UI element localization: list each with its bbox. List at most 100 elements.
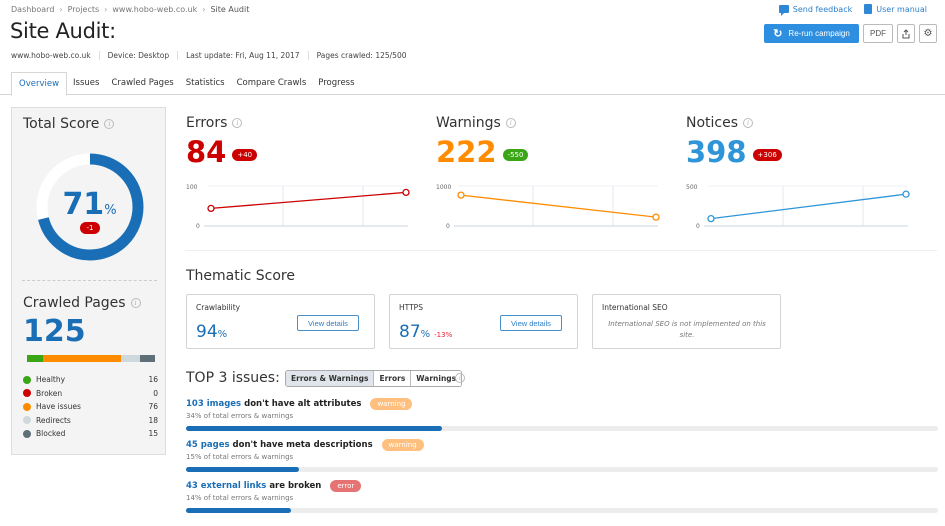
issue-title: 43 external links are broken error — [186, 480, 938, 492]
filter-errors[interactable]: Errors — [373, 371, 411, 386]
breadcrumb-projects[interactable]: Projects — [68, 5, 100, 14]
tab-issues[interactable]: Issues — [67, 72, 105, 95]
status-dot-icon — [23, 402, 31, 411]
pdf-button[interactable]: PDF — [863, 24, 893, 43]
trend-line — [710, 193, 907, 220]
user-manual-link[interactable]: User manual — [864, 4, 927, 14]
legend-row-redirects[interactable]: Redirects 18 — [23, 414, 158, 428]
feedback-icon — [778, 5, 789, 16]
international-seo-card: International SEO International SEO is n… — [592, 294, 781, 349]
international-seo-note: International SEO is not implemented on … — [608, 320, 766, 339]
breadcrumb-domain[interactable]: www.hobo-web.co.uk — [112, 5, 197, 14]
tab-overview[interactable]: Overview — [11, 72, 68, 96]
errors-value[interactable]: 84 +40 — [186, 135, 258, 169]
refresh-icon: ↻ — [773, 28, 783, 40]
errors-block: Errors i 84 +40 100 0 — [186, 115, 411, 240]
y-tick-max: 100 — [186, 184, 198, 191]
status-dot-icon — [23, 389, 31, 398]
notices-title: Notices i — [686, 115, 911, 131]
notices-value[interactable]: 398 +306 — [686, 135, 782, 169]
info-icon[interactable]: i — [130, 298, 141, 308]
legend-row-blocked[interactable]: Blocked 15 — [23, 427, 158, 441]
breadcrumb-separator-icon: › — [59, 5, 63, 14]
bar-segment-healthy[interactable] — [27, 355, 44, 362]
percent-sign: % — [217, 329, 228, 340]
bar-segment-redirects[interactable] — [121, 355, 140, 362]
info-icon[interactable]: i — [232, 118, 243, 128]
send-feedback-link[interactable]: Send feedback — [778, 4, 852, 16]
breadcrumb-separator-icon: › — [202, 5, 206, 14]
legend-value: 0 — [153, 388, 158, 398]
top-issue-item: 43 external links are broken error 14% of t… — [186, 480, 938, 513]
legend-row-broken[interactable]: Broken 0 — [23, 387, 158, 401]
export-button[interactable] — [897, 24, 915, 43]
issue-title: 103 images don't have alt attributes warni… — [186, 398, 938, 410]
https-score: 87% -13% — [399, 322, 452, 342]
https-score-delta: -13% — [434, 331, 453, 339]
warnings-block: Warnings i 222 -550 1000 0 — [436, 115, 661, 240]
rerun-campaign-button[interactable]: ↻ Re-run campaign — [764, 24, 859, 43]
legend-label: Healthy — [36, 375, 66, 385]
legend-label: Broken — [36, 388, 63, 398]
legend-row-healthy[interactable]: Healthy 16 — [23, 373, 158, 387]
total-score-delta-badge: -1 — [80, 222, 100, 234]
book-icon — [864, 4, 873, 14]
issue-text: don't have meta descriptions — [232, 440, 373, 450]
legend-value: 15 — [148, 429, 158, 439]
divider — [22, 280, 157, 281]
crawlability-view-details-button[interactable]: View details — [297, 315, 359, 331]
meta-device: Device: Desktop — [98, 51, 178, 60]
tab-compare-crawls[interactable]: Compare Crawls — [231, 72, 313, 95]
gear-icon: ⚙ — [923, 28, 933, 39]
issue-title: 45 pages don't have meta descriptions warn… — [186, 439, 938, 451]
issue-link[interactable]: 103 images — [186, 399, 241, 409]
issue-progress-bar — [186, 426, 938, 431]
info-icon[interactable]: i — [743, 118, 754, 128]
total-score-label: Total Score — [23, 116, 100, 132]
legend-label: Redirects — [36, 415, 71, 425]
warnings-trend-chart: 1000 0 — [436, 184, 660, 230]
info-icon[interactable]: i — [455, 373, 465, 383]
legend-value: 18 — [148, 415, 158, 425]
meta-pages-crawled: Pages crawled: 125/500 — [307, 51, 415, 60]
tab-progress[interactable]: Progress — [312, 72, 360, 95]
top-issues-title: TOP 3 issues: — [186, 370, 280, 386]
info-icon[interactable]: i — [505, 118, 516, 128]
https-view-details-button[interactable]: View details — [500, 315, 562, 331]
bar-segment-blocked[interactable] — [139, 355, 155, 362]
https-label: HTTPS — [399, 303, 423, 312]
tab-statistics[interactable]: Statistics — [180, 72, 231, 95]
info-icon[interactable]: i — [104, 119, 115, 129]
filter-warnings[interactable]: Warnings — [410, 371, 462, 386]
warnings-value[interactable]: 222 -550 — [436, 135, 529, 169]
project-meta: www.hobo-web.co.uk Device: Desktop Last … — [11, 51, 415, 60]
issue-share: 34% of total errors & warnings — [186, 412, 294, 420]
total-score-number: 71 — [62, 187, 105, 222]
crawled-pages-legend: Healthy 16 Broken 0 Have issues 76 Redirects 18… — [23, 373, 158, 441]
rerun-label: Re-run campaign — [788, 29, 850, 38]
notices-delta-badge: +306 — [752, 149, 782, 161]
issue-filter-toggle: Errors & Warnings Errors Warnings — [285, 370, 463, 387]
filter-errors-warnings[interactable]: Errors & Warnings — [286, 371, 374, 386]
issue-text: don't have alt attributes — [244, 399, 362, 409]
y-tick-min: 0 — [196, 223, 200, 230]
settings-button[interactable]: ⚙ — [919, 24, 937, 43]
warnings-label: Warnings — [436, 115, 501, 131]
bar-segment-have-issues[interactable] — [43, 355, 122, 362]
page-title: Site Audit: — [10, 19, 116, 43]
crawled-pages-total[interactable]: 125 — [23, 314, 86, 349]
issue-link[interactable]: 45 pages — [186, 440, 230, 450]
trend-line — [210, 191, 407, 210]
https-card: HTTPS 87% -13% View details — [389, 294, 578, 349]
issue-link[interactable]: 43 external links — [186, 481, 266, 491]
tab-crawled-pages[interactable]: Crawled Pages — [105, 72, 179, 95]
data-point-end — [652, 213, 660, 221]
crawlability-score-value: 94 — [196, 322, 218, 342]
notices-trend-chart: 500 0 — [686, 184, 910, 230]
breadcrumb-dashboard[interactable]: Dashboard — [11, 5, 54, 14]
legend-row-have-issues[interactable]: Have issues 76 — [23, 400, 158, 414]
meta-domain: www.hobo-web.co.uk — [11, 51, 91, 60]
issue-share: 14% of total errors & warnings — [186, 494, 294, 502]
legend-value: 76 — [148, 402, 158, 412]
status-dot-icon — [23, 375, 31, 384]
